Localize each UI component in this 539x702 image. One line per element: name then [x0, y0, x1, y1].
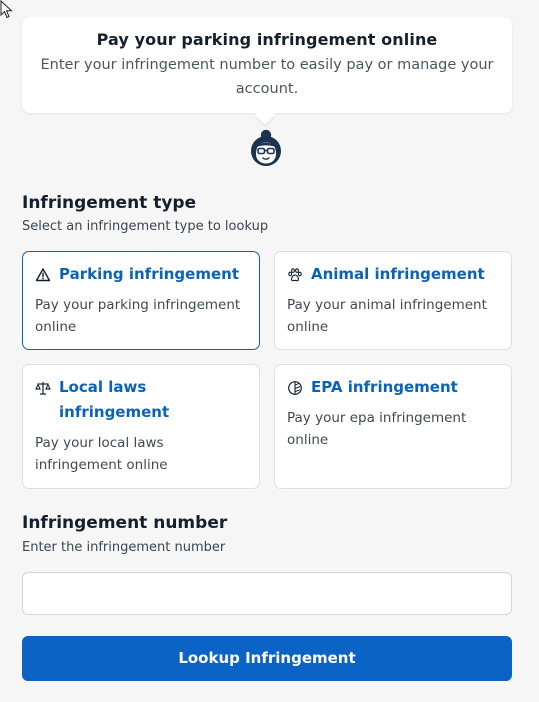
infringement-number-hint: Enter the infringement number: [22, 540, 226, 555]
leaf-icon: [288, 381, 302, 395]
infringement-number-heading: Infringement number: [22, 513, 228, 533]
type-card-description: Pay your local laws infringement online: [35, 435, 168, 473]
lookup-infringement-button[interactable]: Lookup Infringement: [22, 636, 512, 681]
type-card-animal[interactable]: Animal infringement Pay your animal infr…: [274, 251, 512, 350]
type-card-title: Animal infringement: [311, 265, 485, 283]
infringement-number-input[interactable]: [22, 572, 512, 615]
type-card-local-laws[interactable]: Local laws infringement Pay your local l…: [22, 364, 260, 489]
scales-icon: [35, 382, 51, 395]
info-banner: Pay your parking infringement online Ent…: [22, 17, 512, 113]
type-card-title: EPA infringement: [311, 378, 458, 396]
type-card-title: Local laws infringement: [59, 378, 170, 421]
banner-title: Pay your parking infringement online: [96, 30, 438, 49]
banner-subtitle: Enter your infringement number to easily…: [40, 57, 494, 97]
type-card-description: Pay your parking infringement online: [35, 297, 241, 335]
type-card-description: Pay your animal infringement online: [287, 297, 487, 335]
infringement-type-heading: Infringement type: [22, 193, 197, 213]
type-card-parking[interactable]: Parking infringement Pay your parking in…: [22, 251, 260, 350]
paw-icon: [288, 268, 302, 282]
mouse-cursor-icon: [0, 0, 13, 19]
woman-with-glasses-icon: [251, 129, 281, 166]
type-card-title: Parking infringement: [59, 265, 239, 283]
type-card-description: Pay your epa infringement online: [287, 410, 467, 448]
page: Pay your parking infringement online Ent…: [0, 0, 539, 702]
type-card-epa[interactable]: EPA infringement Pay your epa infringeme…: [274, 364, 512, 489]
warning-triangle-icon: [35, 268, 51, 282]
infringement-type-hint: Select an infringement type to lookup: [22, 219, 269, 234]
